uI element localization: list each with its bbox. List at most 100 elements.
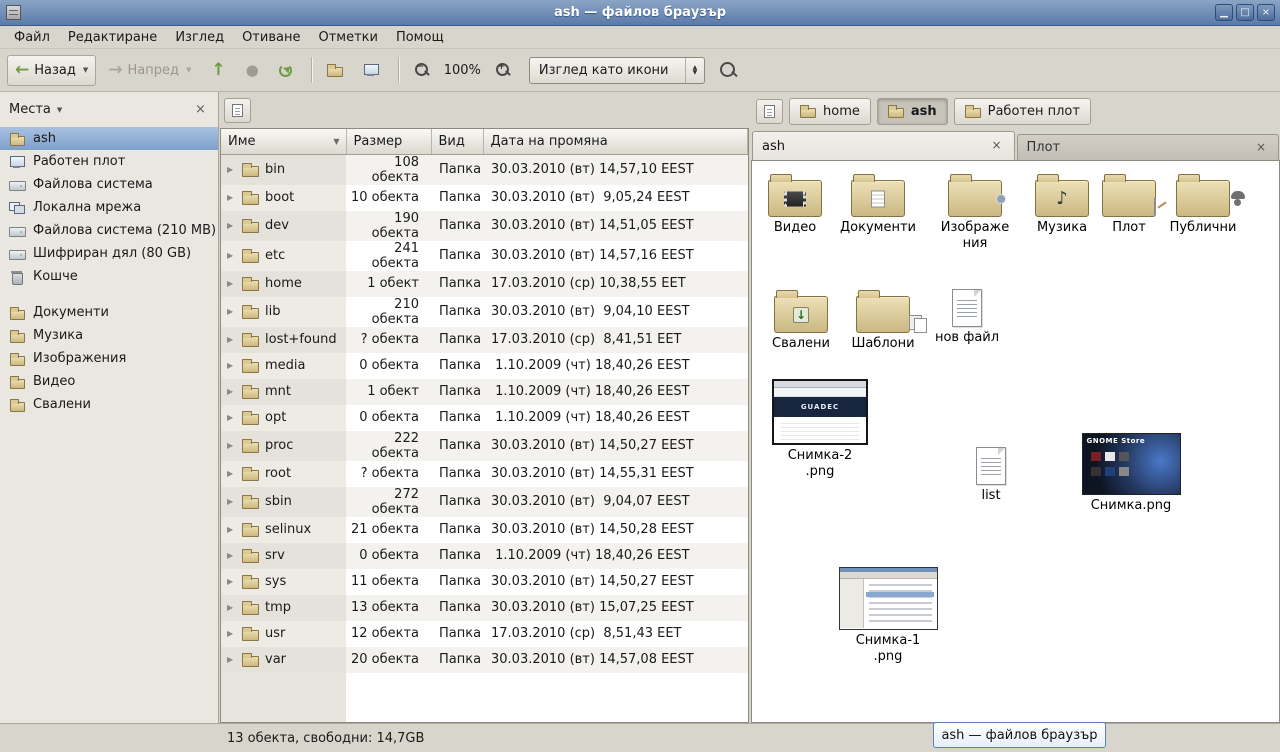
- stop-button[interactable]: ●: [238, 55, 267, 86]
- expander-icon[interactable]: ▶: [227, 413, 236, 422]
- column-header-modified[interactable]: Дата на промяна: [483, 129, 748, 154]
- back-dropdown-icon[interactable]: ▼: [83, 66, 88, 74]
- combo-arrows-icon[interactable]: ▲▼: [685, 58, 704, 83]
- sidebar-item-downloads[interactable]: Свалени: [0, 393, 218, 416]
- sidebar-item-trash[interactable]: Кошче: [0, 265, 218, 288]
- sidebar-item-encrypted-80gb[interactable]: Шифриран дял (80 GB): [0, 242, 218, 265]
- sidebar-item-filesystem-210mb[interactable]: Файлова система (210 MB): [0, 219, 218, 242]
- taskbar-window-button[interactable]: ash — файлов браузър: [933, 722, 1106, 748]
- expander-icon[interactable]: ▶: [227, 629, 236, 638]
- zoom-in-button[interactable]: +: [487, 55, 519, 86]
- sidebar-item-ash[interactable]: ash: [0, 127, 218, 150]
- icon-item-public[interactable]: Публични: [1164, 173, 1242, 236]
- tab-plot[interactable]: Плот ×: [1017, 134, 1280, 160]
- breadcrumb-ash[interactable]: ash: [877, 98, 948, 125]
- icon-item-list[interactable]: list: [962, 447, 1020, 504]
- sidebar-item-video[interactable]: Видео: [0, 370, 218, 393]
- column-header-size[interactable]: Размер: [346, 129, 431, 154]
- sidebar-item-music[interactable]: Музика: [0, 324, 218, 347]
- sidebar-item-local-network[interactable]: Локална мрежа: [0, 196, 218, 219]
- sidebar-item-desktop[interactable]: Работен плот: [0, 150, 218, 173]
- tree-row-media[interactable]: ▶media0 обектаПапка 1.10.2009 (чт) 18,40…: [221, 353, 748, 379]
- tree-row-srv[interactable]: ▶srv0 обектаПапка 1.10.2009 (чт) 18,40,2…: [221, 543, 748, 569]
- column-header-type[interactable]: Вид: [431, 129, 483, 154]
- search-button[interactable]: [711, 55, 746, 86]
- tree-row-lib[interactable]: ▶lib210 обектаПапка30.03.2010 (вт) 9,04,…: [221, 297, 748, 327]
- tree-row-etc[interactable]: ▶etc241 обектаПапка30.03.2010 (вт) 14,57…: [221, 241, 748, 271]
- tree-row-var[interactable]: ▶var20 обектаПапка30.03.2010 (вт) 14,57,…: [221, 647, 748, 673]
- icon-item-templates[interactable]: Шаблони: [846, 289, 920, 352]
- menu-view[interactable]: Изглед: [166, 28, 233, 47]
- tree-row-root[interactable]: ▶root? обектаПапка30.03.2010 (вт) 14,55,…: [221, 461, 748, 487]
- view-mode-select[interactable]: Изглед като икони ▲▼: [529, 57, 705, 84]
- back-button[interactable]: ← Назад ▼: [7, 55, 96, 86]
- expander-icon[interactable]: ▶: [227, 279, 236, 288]
- expander-icon[interactable]: ▶: [227, 307, 236, 316]
- expander-icon[interactable]: ▶: [227, 387, 236, 396]
- tree-row-sbin[interactable]: ▶sbin272 обектаПапка30.03.2010 (вт) 9,04…: [221, 487, 748, 517]
- tree-row-mnt[interactable]: ▶mnt1 обектПапка 1.10.2009 (чт) 18,40,26…: [221, 379, 748, 405]
- tab-close-icon[interactable]: ×: [1253, 140, 1269, 156]
- icon-item-downloads[interactable]: ↓Свалени: [764, 289, 838, 352]
- tree-row-proc[interactable]: ▶proc222 обектаПапка30.03.2010 (вт) 14,5…: [221, 431, 748, 461]
- tree-row-sys[interactable]: ▶sys11 обектаПапка30.03.2010 (вт) 14,50,…: [221, 569, 748, 595]
- home-button[interactable]: [319, 55, 351, 86]
- tree-row-opt[interactable]: ▶opt0 обектаПапка 1.10.2009 (чт) 18,40,2…: [221, 405, 748, 431]
- icon-item-new-file[interactable]: нов файл: [928, 289, 1006, 346]
- tree-row-boot[interactable]: ▶boot10 обектаПапка30.03.2010 (вт) 9,05,…: [221, 185, 748, 211]
- expander-icon[interactable]: ▶: [227, 165, 236, 174]
- menu-file[interactable]: Файл: [5, 28, 59, 47]
- minimize-button[interactable]: ▁: [1215, 4, 1233, 21]
- location-toggle-button[interactable]: [756, 99, 783, 124]
- tree-row-lost+found[interactable]: ▶lost+found? обектаПапка17.03.2010 (ср) …: [221, 327, 748, 353]
- menu-go[interactable]: Отиване: [233, 28, 309, 47]
- tree-row-home[interactable]: ▶home1 обектПапка17.03.2010 (ср) 10,38,5…: [221, 271, 748, 297]
- computer-button[interactable]: [355, 55, 387, 86]
- maximize-button[interactable]: □: [1236, 4, 1254, 21]
- icon-view[interactable]: ВидеоДокументи Изображения♪МузикаПлотПубл…: [751, 160, 1280, 723]
- sidebar-item-documents[interactable]: Документи: [0, 301, 218, 324]
- expander-icon[interactable]: ▶: [227, 577, 236, 586]
- expander-icon[interactable]: ▶: [227, 361, 236, 370]
- tab-close-icon[interactable]: ×: [989, 138, 1005, 154]
- icon-item-music[interactable]: ♪Музика: [1026, 173, 1098, 236]
- forward-button[interactable]: → Напред ▼: [100, 55, 199, 86]
- notes-toggle-button[interactable]: [224, 98, 251, 123]
- icon-item-snimka-2[interactable]: GUADECСнимка-2.png: [770, 379, 870, 480]
- tab-ash[interactable]: ash ×: [752, 131, 1015, 160]
- expander-icon[interactable]: ▶: [227, 335, 236, 344]
- icon-item-snimka-1[interactable]: Снимка-1.png: [838, 567, 938, 665]
- titlebar[interactable]: ash — файлов браузър ▁ □ ×: [0, 0, 1280, 26]
- sidebar-item-filesystem[interactable]: Файлова система: [0, 173, 218, 196]
- expander-icon[interactable]: ▶: [227, 603, 236, 612]
- expander-icon[interactable]: ▶: [227, 193, 236, 202]
- icon-item-snimka[interactable]: GNOME StoreСнимка.png: [1080, 433, 1182, 514]
- close-button[interactable]: ×: [1257, 4, 1275, 21]
- expander-icon[interactable]: ▶: [227, 655, 236, 664]
- expander-icon[interactable]: ▶: [227, 497, 236, 506]
- places-close-icon[interactable]: ×: [192, 102, 209, 117]
- tree-row-selinux[interactable]: ▶selinux21 обектаПапка30.03.2010 (вт) 14…: [221, 517, 748, 543]
- tree-row-tmp[interactable]: ▶tmp13 обектаПапка30.03.2010 (вт) 15,07,…: [221, 595, 748, 621]
- reload-button[interactable]: [271, 55, 300, 86]
- breadcrumb-desktop[interactable]: Работен плот: [954, 98, 1091, 125]
- tree-row-usr[interactable]: ▶usr12 обектаПапка17.03.2010 (ср) 8,51,4…: [221, 621, 748, 647]
- expander-icon[interactable]: ▶: [227, 251, 236, 260]
- icon-item-images[interactable]: Изображения: [935, 173, 1015, 252]
- icon-item-documents[interactable]: Документи: [837, 173, 919, 236]
- tree-row-bin[interactable]: ▶bin108 обектаПапка30.03.2010 (вт) 14,57…: [221, 154, 748, 185]
- icon-item-video[interactable]: Видео: [756, 173, 834, 236]
- up-button[interactable]: ↑: [203, 55, 233, 86]
- zoom-out-button[interactable]: −: [406, 55, 438, 86]
- expander-icon[interactable]: ▶: [227, 469, 236, 478]
- breadcrumb-home[interactable]: home: [789, 98, 871, 125]
- menu-help[interactable]: Помощ: [387, 28, 453, 47]
- expander-icon[interactable]: ▶: [227, 551, 236, 560]
- column-header-name[interactable]: Име▼: [221, 129, 346, 154]
- menu-bookmarks[interactable]: Отметки: [309, 28, 386, 47]
- tree-row-dev[interactable]: ▶dev190 обектаПапка30.03.2010 (вт) 14,51…: [221, 211, 748, 241]
- icon-item-desktop[interactable]: Плот: [1094, 173, 1164, 236]
- menu-edit[interactable]: Редактиране: [59, 28, 166, 47]
- sidebar-item-images[interactable]: Изображения: [0, 347, 218, 370]
- expander-icon[interactable]: ▶: [227, 441, 236, 450]
